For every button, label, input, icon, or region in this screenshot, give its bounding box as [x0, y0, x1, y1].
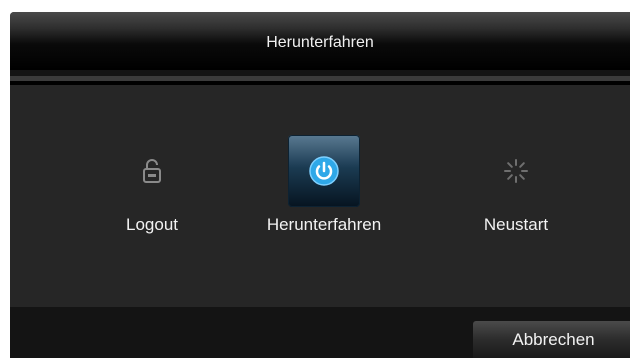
restart-label: Neustart — [483, 215, 549, 234]
dialog-footer: Abbrechen — [10, 307, 630, 358]
restart-icon-box — [480, 135, 552, 207]
shutdown-label: Herunterfahren — [266, 215, 382, 234]
logout-label: Logout — [126, 215, 178, 234]
restart-option[interactable]: Neustart — [456, 135, 576, 235]
dialog-title: Herunterfahren — [266, 34, 374, 51]
spinner-icon — [504, 159, 528, 183]
shutdown-option[interactable]: Herunterfahren — [264, 135, 384, 235]
options-area: Logout Herunterfahren Neustart — [10, 85, 630, 307]
cancel-button[interactable]: Abbrechen — [473, 321, 630, 358]
dialog-titlebar: Herunterfahren — [10, 12, 630, 70]
shutdown-dialog: Herunterfahren Logout Herunterfahren Neu… — [10, 12, 630, 358]
shutdown-icon-box — [288, 135, 360, 207]
logout-icon-box — [116, 135, 188, 207]
logout-option[interactable]: Logout — [92, 135, 212, 235]
power-icon — [309, 156, 339, 186]
padlock-icon — [143, 159, 161, 183]
